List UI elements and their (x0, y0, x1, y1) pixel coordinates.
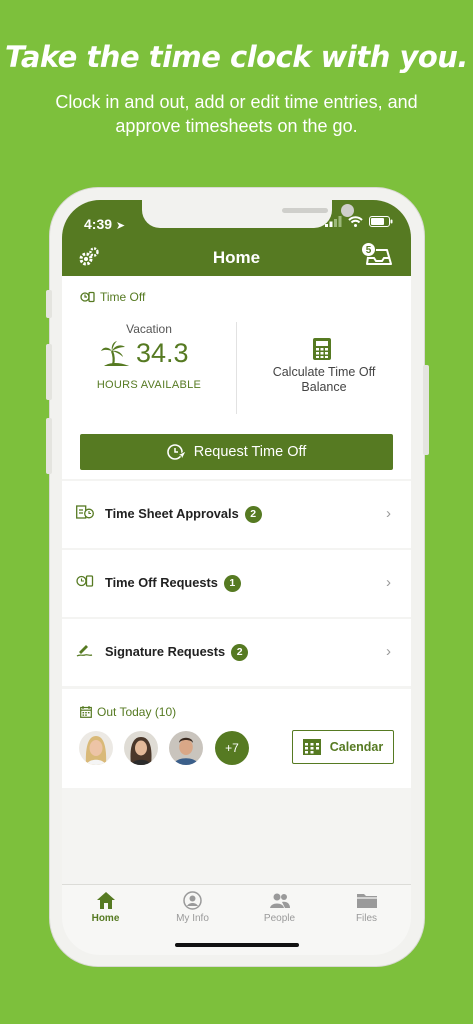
home-indicator (175, 943, 299, 947)
chevron-right-icon: › (386, 505, 391, 522)
time-off-card: Time Off Vacation 34.3 HOURS AVAILABLE C… (62, 276, 411, 479)
avatar[interactable] (79, 731, 113, 765)
app-screen: 4:39 ➤ Home 5 Time Off Vacation 34.3 HOU… (62, 200, 411, 955)
row-label: Time Off Requests (105, 575, 218, 590)
count-badge: 2 (244, 506, 262, 523)
row-label: Signature Requests (105, 644, 226, 659)
calendar-icon (302, 739, 321, 755)
tab-home[interactable]: Home (62, 891, 149, 924)
side-button (423, 365, 429, 455)
time-off-section-label: Time Off (80, 290, 145, 304)
folder-icon (356, 894, 377, 908)
list-item-signature-requests[interactable]: Signature Requests 2 › (62, 619, 411, 686)
calculator-icon[interactable] (313, 338, 331, 365)
request-time-off-label: Request Time Off (193, 444, 307, 460)
battery-icon (369, 216, 393, 227)
side-button (46, 418, 52, 474)
notch (142, 200, 354, 228)
time-off-icon (76, 575, 94, 587)
side-button (46, 290, 52, 318)
time-off-balance: 34.3 (100, 338, 189, 369)
people-icon (269, 893, 290, 908)
clock-plane-icon (166, 444, 187, 461)
time-off-type-label: Vacation (126, 322, 172, 336)
inbox-badge: 5 (361, 242, 376, 257)
marketing-headline: Take the time clock with you. (5, 40, 468, 74)
signal-icon (325, 216, 342, 227)
calculate-balance-link[interactable]: Calculate Time Off Balance (258, 365, 390, 395)
calendar-button[interactable]: Calendar (292, 730, 394, 764)
out-today-card: Out Today (10) +7 Calendar (62, 689, 411, 788)
chevron-right-icon: › (386, 643, 391, 660)
divider (236, 322, 237, 414)
speaker (282, 208, 328, 213)
list-item-time-off-requests[interactable]: Time Off Requests 1 › (62, 550, 411, 617)
count-badge: 1 (223, 575, 241, 592)
balance-caption: HOURS AVAILABLE (96, 379, 202, 391)
status-icons (325, 216, 393, 227)
side-button (46, 344, 52, 400)
request-time-off-button[interactable]: Request Time Off (80, 434, 393, 470)
signature-icon (76, 645, 93, 657)
timesheet-icon (76, 505, 94, 519)
out-today-label: Out Today (10) (80, 705, 176, 719)
wifi-icon (348, 216, 363, 227)
time-off-icon (80, 291, 95, 303)
marketing-subline: Clock in and out, add or edit time entri… (55, 92, 418, 136)
avatar[interactable] (124, 731, 158, 765)
row-label: Time Sheet Approvals (105, 506, 239, 521)
chevron-right-icon: › (386, 574, 391, 591)
tab-my-info[interactable]: My Info (149, 891, 236, 924)
home-icon (96, 892, 115, 909)
inbox-button[interactable]: 5 (361, 242, 393, 271)
calendar-small-icon (80, 706, 92, 718)
page-title: Home (212, 248, 261, 267)
avatar[interactable] (169, 731, 203, 765)
status-time: 4:39 ➤ (84, 216, 126, 232)
tab-files[interactable]: Files (323, 891, 410, 924)
count-badge: 2 (231, 644, 249, 661)
calendar-button-label: Calendar (329, 740, 384, 754)
tab-people[interactable]: People (236, 891, 323, 924)
list-item-time-sheet-approvals[interactable]: Time Sheet Approvals 2 › (62, 481, 411, 548)
person-circle-icon (183, 891, 202, 910)
top-bar: 4:39 ➤ Home 5 (62, 200, 411, 276)
more-people-button[interactable]: +7 (215, 731, 249, 765)
palm-tree-icon (101, 340, 129, 366)
